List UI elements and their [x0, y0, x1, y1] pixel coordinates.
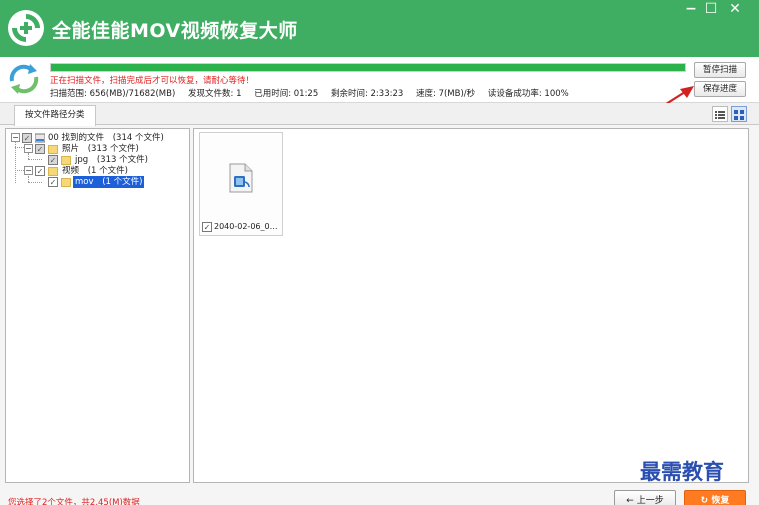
scan-progress-bar: [50, 63, 686, 72]
tree-checkbox[interactable]: ✓: [35, 166, 45, 176]
maximize-button[interactable]: ☐: [700, 0, 722, 18]
files-found: 发现文件数: 1: [188, 89, 242, 99]
tab-by-file-path[interactable]: 按文件路径分类: [14, 105, 96, 126]
pause-scan-button[interactable]: 暂停扫描: [694, 62, 746, 78]
tree-label-video: 视频: [62, 166, 80, 176]
app-window: 全能佳能MOV视频恢复大师 − ☐ ✕ 正在扫描文件，扫描完成后才可以恢复，请耐…: [0, 0, 759, 505]
remaining-time: 剩余时间: 2:33:23: [330, 89, 404, 99]
folder-icon: [48, 167, 58, 176]
tree-label-photos: 照片: [62, 144, 80, 154]
tree-checkbox[interactable]: ✓: [35, 144, 45, 154]
drive-icon: [35, 133, 45, 143]
tree-checkbox[interactable]: ✓: [22, 133, 32, 143]
tree-count-photos: (313 个文件): [87, 144, 139, 154]
scan-stats: 扫描范围: 656(MB)/71682(MB) 发现文件数: 1 已用时间: 0…: [50, 87, 579, 99]
collapse-toggle[interactable]: −: [24, 144, 33, 153]
collapse-toggle[interactable]: −: [24, 166, 33, 175]
read-success-rate: 读设备成功率: 100%: [487, 89, 569, 99]
elapsed-time: 已用时间: 01:25: [254, 89, 319, 99]
file-checkbox[interactable]: ✓: [202, 222, 212, 232]
folder-icon: [61, 156, 71, 165]
tree-label-root: 00 找到的文件: [48, 133, 105, 143]
tree-checkbox[interactable]: ✓: [48, 155, 58, 165]
tree-count-jpg: (313 个文件): [96, 155, 148, 165]
refresh-icon: [9, 64, 39, 94]
folder-icon: [61, 178, 71, 187]
minimize-button[interactable]: −: [680, 0, 702, 18]
tree-checkbox[interactable]: ✓: [48, 177, 58, 187]
save-progress-button[interactable]: 保存进度: [694, 81, 746, 97]
app-title: 全能佳能MOV视频恢复大师: [52, 20, 298, 42]
tree-label-mov: mov: [75, 177, 94, 187]
scan-speed: 速度: 7(MB)/秒: [416, 89, 476, 99]
scan-range: 扫描范围: 656(MB)/71682(MB): [50, 89, 176, 99]
file-grid: ✓ 2040-02-06_0628...: [193, 128, 749, 483]
tree-count-root: (314 个文件): [112, 133, 164, 143]
video-file-icon: [229, 163, 253, 193]
tree-count-video: (1 个文件): [87, 166, 128, 176]
tree-label-jpg: jpg: [75, 155, 89, 165]
tab-strip: 按文件路径分类: [0, 103, 759, 126]
recover-button[interactable]: ↻ 恢复: [684, 490, 746, 505]
folder-tree: − ✓ 00 找到的文件 (314 个文件) − ✓ 照片 (313 个文件) …: [5, 128, 190, 483]
folder-icon: [48, 145, 58, 154]
grid-view-icon[interactable]: [731, 106, 747, 122]
tree-node-mov[interactable]: ✓ mov (1 个文件): [6, 176, 189, 188]
collapse-toggle[interactable]: −: [11, 133, 20, 142]
scan-message: 正在扫描文件，扫描完成后才可以恢复，请耐心等待！: [50, 76, 255, 86]
scan-progress-fill: [51, 64, 685, 71]
selection-status: 您选择了2个文件，共2.45(M)数据: [8, 498, 140, 505]
title-bar: 全能佳能MOV视频恢复大师 − ☐ ✕: [0, 0, 759, 57]
file-tile[interactable]: ✓ 2040-02-06_0628...: [199, 132, 283, 236]
app-logo-icon: [8, 10, 44, 46]
list-view-icon[interactable]: [712, 106, 728, 122]
close-button[interactable]: ✕: [724, 0, 746, 18]
previous-step-button[interactable]: ← 上一步: [614, 490, 676, 505]
file-name: 2040-02-06_0628...: [214, 222, 282, 231]
watermark: 最需教育: [640, 459, 724, 484]
tree-count-mov: (1 个文件): [102, 177, 143, 187]
